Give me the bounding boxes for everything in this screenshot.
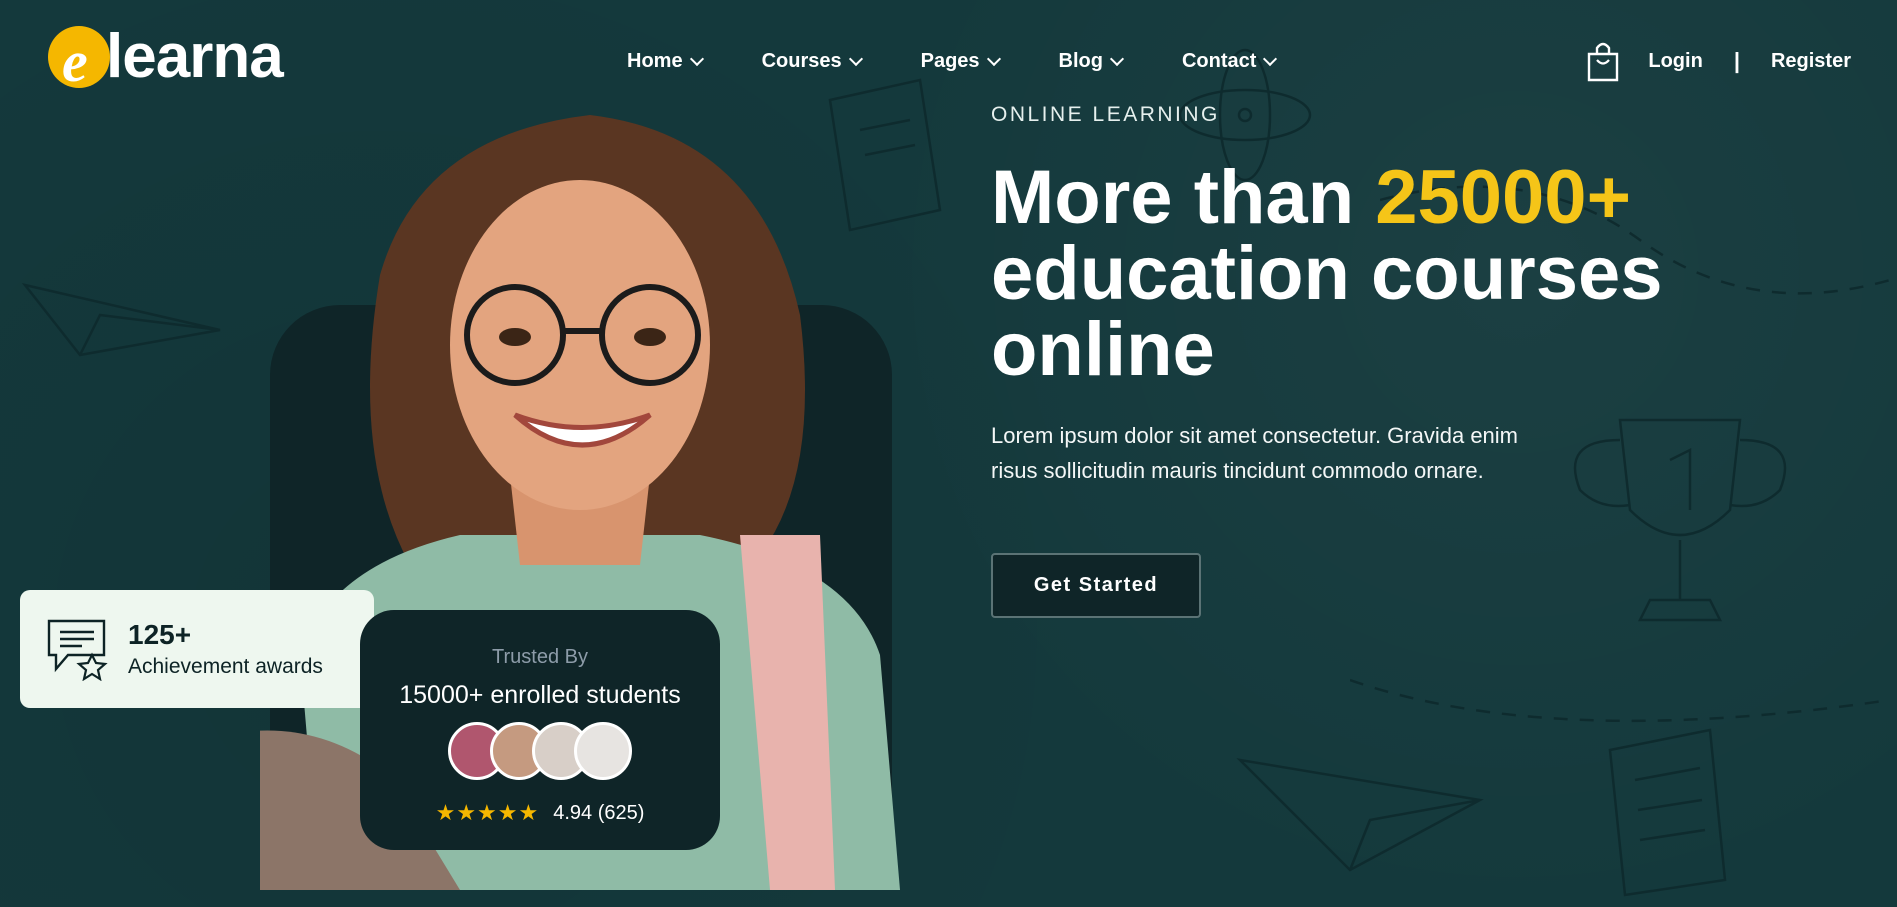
- nav-item-label: Blog: [1058, 50, 1103, 72]
- main-nav: Home Courses Pages Blog Contact: [627, 50, 1335, 73]
- nav-item-pages[interactable]: Pages: [920, 50, 1001, 73]
- get-started-button[interactable]: Get Started: [991, 553, 1201, 618]
- award-chat-star-icon: [47, 619, 108, 681]
- rating-row: ★★★★★ 4.94 (625): [360, 800, 720, 826]
- nav-item-label: Courses: [761, 50, 842, 72]
- trusted-by-title: Trusted By: [492, 646, 588, 668]
- logo-initial: e: [62, 29, 88, 94]
- nav-item-home[interactable]: Home: [627, 50, 704, 73]
- nav-item-courses[interactable]: Courses: [761, 50, 863, 73]
- star-rating-icon: ★★★★★: [435, 800, 540, 825]
- chevron-down-icon: [689, 51, 704, 67]
- nav-item-blog[interactable]: Blog: [1058, 50, 1125, 73]
- logo-mark: e: [48, 26, 110, 94]
- chevron-down-icon: [1263, 51, 1278, 67]
- headline-suffix: education courses online: [991, 231, 1663, 392]
- hero-description: Lorem ipsum dolor sit amet consectetur. …: [991, 423, 1519, 483]
- achievement-text: 125+ Achievement awards: [128, 619, 323, 679]
- chevron-down-icon: [848, 51, 863, 67]
- headline-accent: 25000+: [1375, 155, 1631, 240]
- nav-item-label: Pages: [920, 50, 980, 72]
- chevron-down-icon: [986, 51, 1001, 67]
- doodle-paper-plane-icon: [21, 282, 221, 357]
- headline-prefix: More than: [991, 155, 1376, 240]
- achievement-count: 125+: [128, 619, 192, 650]
- avatar: [574, 722, 632, 780]
- logo-text: learna: [106, 22, 284, 91]
- chevron-down-icon: [1109, 51, 1125, 67]
- shopping-bag-icon[interactable]: [1586, 40, 1620, 82]
- rating-value: 4.94 (625): [553, 801, 645, 824]
- achievement-label: Achievement awards: [128, 655, 323, 678]
- doodle-dashed-path-2: [1350, 678, 1890, 723]
- login-link[interactable]: Login: [1648, 50, 1702, 73]
- hero-headline: More than 25000+ education courses onlin…: [991, 160, 1751, 388]
- enrolled-students: 15000+ enrolled students: [399, 681, 681, 709]
- nav-item-label: Contact: [1181, 50, 1257, 72]
- nav-item-contact[interactable]: Contact: [1181, 50, 1278, 73]
- header-actions: Login | Register: [1586, 40, 1851, 82]
- doodle-trophy-icon: [1573, 418, 1787, 622]
- auth-separator: |: [1733, 48, 1740, 73]
- nav-item-label: Home: [627, 50, 683, 72]
- student-avatars: [360, 722, 720, 780]
- trusted-by-card: Trusted By 15000+ enrolled students ★★★★…: [360, 610, 720, 850]
- register-link[interactable]: Register: [1771, 50, 1851, 73]
- achievement-card: 125+ Achievement awards: [20, 590, 374, 708]
- hero-eyebrow: ONLINE LEARNING: [991, 103, 1220, 126]
- site-logo[interactable]: e learna: [48, 22, 284, 94]
